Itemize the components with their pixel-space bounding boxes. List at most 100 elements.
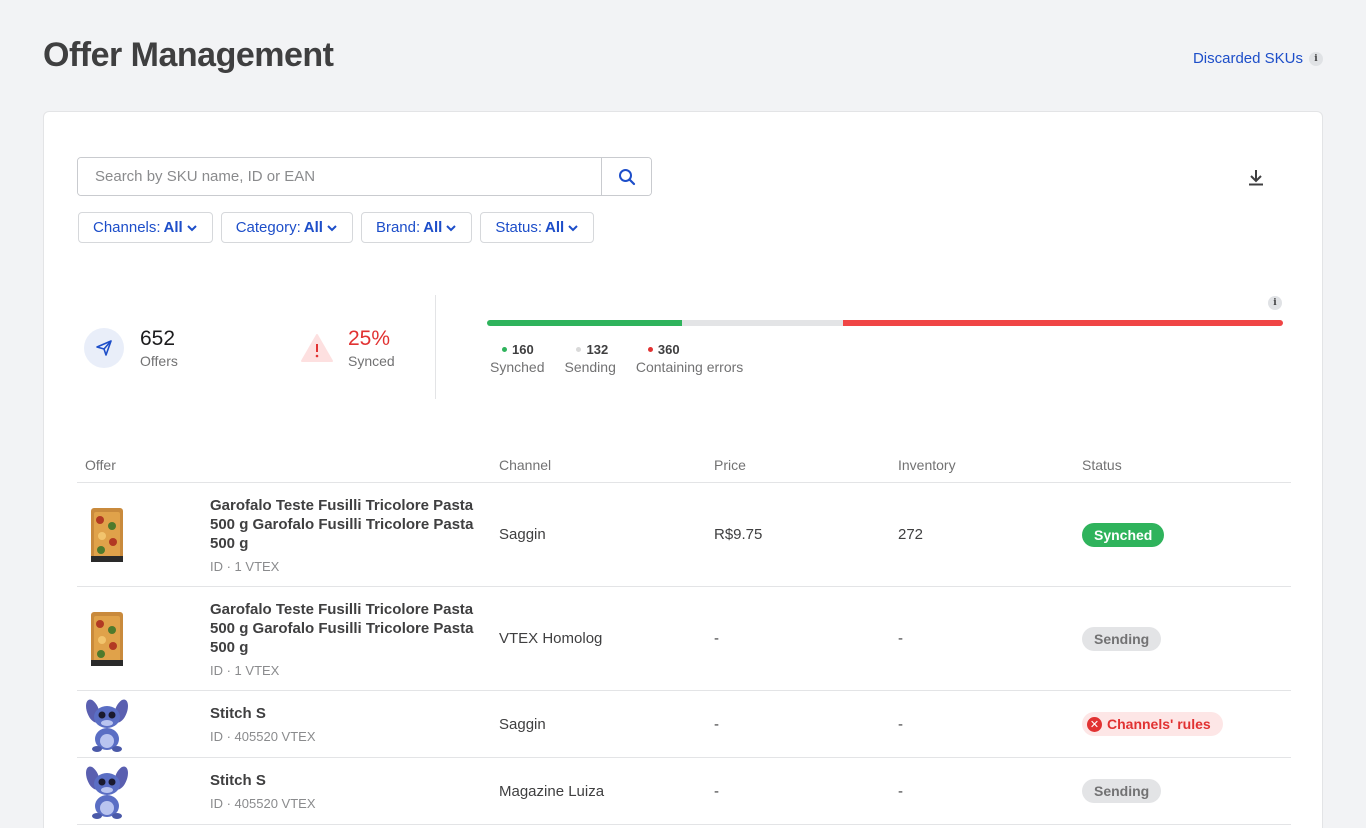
page-title: Offer Management [43,36,334,74]
filter-value: All [423,219,443,236]
filter-label: Channels: [93,219,161,236]
status-badge: Synched [1082,522,1165,547]
offers-stat: 652 Offers [84,327,178,369]
legend-count-row: 132 [564,342,615,357]
progress-errors-segment [843,320,1283,326]
inventory-cell: - [898,630,903,647]
offers-label: Offers [140,353,178,369]
legend-item: 360 Containing errors [636,342,743,375]
status-cell: ✕ Channels' rules [1082,712,1291,736]
sync-progress-bar [487,320,1283,326]
status-badge: ✕ Channels' rules [1082,712,1223,736]
status-cell: Sending [1082,779,1291,803]
legend-count-row: 360 [636,342,743,357]
header-channel: Channel [499,457,552,473]
inventory-cell: - [898,715,903,733]
search-button[interactable] [601,158,651,195]
legend-count: 160 [512,342,534,357]
channel-cell: Magazine Luiza [499,782,605,800]
product-id: ID · 405520 VTEX [210,796,316,811]
offer-info: Stitch S ID · 405520 VTEX [210,771,499,811]
search-icon [618,168,635,185]
legend-count: 360 [657,342,680,357]
table-row[interactable]: Garofalo Teste Fusilli Tricolore Pasta 5… [77,587,1291,691]
pasta-image [91,611,123,666]
product-id: ID · 405520 VTEX [210,729,316,744]
price-cell: - [714,782,719,800]
table-row[interactable]: Stitch S ID · 405520 VTEX Magazine Luiza - -… [77,758,1291,825]
table-header: Offer Channel Price Inventory Status [77,448,1291,483]
filter-value: All [545,219,565,236]
stitch-image [86,699,128,752]
offer-info: Garofalo Teste Fusilli Tricolore Pasta 5… [210,600,499,678]
offer-thumbnail [77,762,210,820]
table-row[interactable]: Garofalo Teste Fusilli Tricolore Pasta 5… [77,483,1291,587]
header-status: Status [1082,457,1122,473]
header-price: Price [714,457,746,473]
product-id: ID · 1 VTEX [210,662,280,678]
progress-sending-segment [682,320,844,326]
legend-label: Containing errors [635,359,744,375]
warning-icon [301,334,333,362]
status-cell: Sending [1082,626,1291,651]
product-name[interactable]: Stitch S [210,704,499,723]
product-name[interactable]: Stitch S [210,771,499,790]
filter-label: Brand: [375,219,421,236]
offer-info: Garofalo Teste Fusilli Tricolore Pasta 5… [210,496,499,574]
header-offer: Offer [85,457,116,473]
progress-synched-segment [487,320,683,326]
status-badge: Sending [1082,626,1162,651]
filter-category[interactable]: Category: All [220,212,353,243]
legend-item: 160 Synched [490,342,544,375]
table-body: Garofalo Teste Fusilli Tricolore Pasta 5… [77,483,1291,825]
info-icon[interactable]: i [1309,51,1323,66]
synced-label: Synced [348,353,395,369]
legend-count: 132 [586,342,609,357]
channel-cell: Saggin [499,715,546,733]
status-text: Channels' rules [1107,716,1211,732]
download-button[interactable] [1245,166,1267,188]
chevron-down-icon [446,224,457,231]
price-cell: R$9.75 [714,526,763,543]
synced-stat: 25% Synced [300,327,395,369]
product-name[interactable]: Garofalo Teste Fusilli Tricolore Pasta 5… [210,600,499,657]
legend-dot [502,347,507,352]
filter-label: Status: [495,219,543,236]
table-row[interactable]: Stitch S ID · 405520 VTEX Saggin - - ✕ Channel… [77,691,1291,758]
chevron-down-icon [187,224,197,231]
offer-thumbnail [77,695,210,753]
search-bar [77,157,652,196]
inventory-cell: - [898,782,903,800]
filter-brand[interactable]: Brand: All [360,212,473,243]
progress-info-icon[interactable]: i [1268,296,1282,310]
search-input[interactable] [78,158,601,195]
product-id: ID · 1 VTEX [210,558,280,574]
synced-percentage: 25% [348,327,391,350]
legend-item: 132 Sending [564,342,615,375]
filter-channels[interactable]: Channels: All [78,212,213,243]
discarded-skus-link[interactable]: Discarded SKUs i [1193,50,1323,67]
send-icon [84,328,124,368]
legend-dot [576,347,582,352]
pasta-image [91,507,123,562]
legend-label: Sending [564,359,616,375]
status-cell: Synched [1082,522,1291,547]
channel-cell: VTEX Homolog [499,630,603,647]
price-cell: - [714,715,719,733]
offer-thumbnail [77,506,210,564]
filter-value: All [303,219,323,236]
download-icon [1249,170,1263,186]
offer-thumbnail [77,610,210,668]
offers-count: 652 [140,327,176,350]
offer-info: Stitch S ID · 405520 VTEX [210,704,499,744]
filter-value: All [163,219,183,236]
progress-legend: 160 Synched 132 Sending 360 Containing errors [490,342,743,375]
product-name[interactable]: Garofalo Teste Fusilli Tricolore Pasta 5… [210,496,499,553]
offers-table: Offer Channel Price Inventory Status Gar… [77,448,1291,825]
chevron-down-icon [568,224,578,231]
header-inventory: Inventory [898,457,956,473]
channel-cell: Saggin [499,526,546,543]
stitch-image [86,766,128,819]
chevron-down-icon [327,224,337,231]
filter-status[interactable]: Status: All [480,212,595,243]
